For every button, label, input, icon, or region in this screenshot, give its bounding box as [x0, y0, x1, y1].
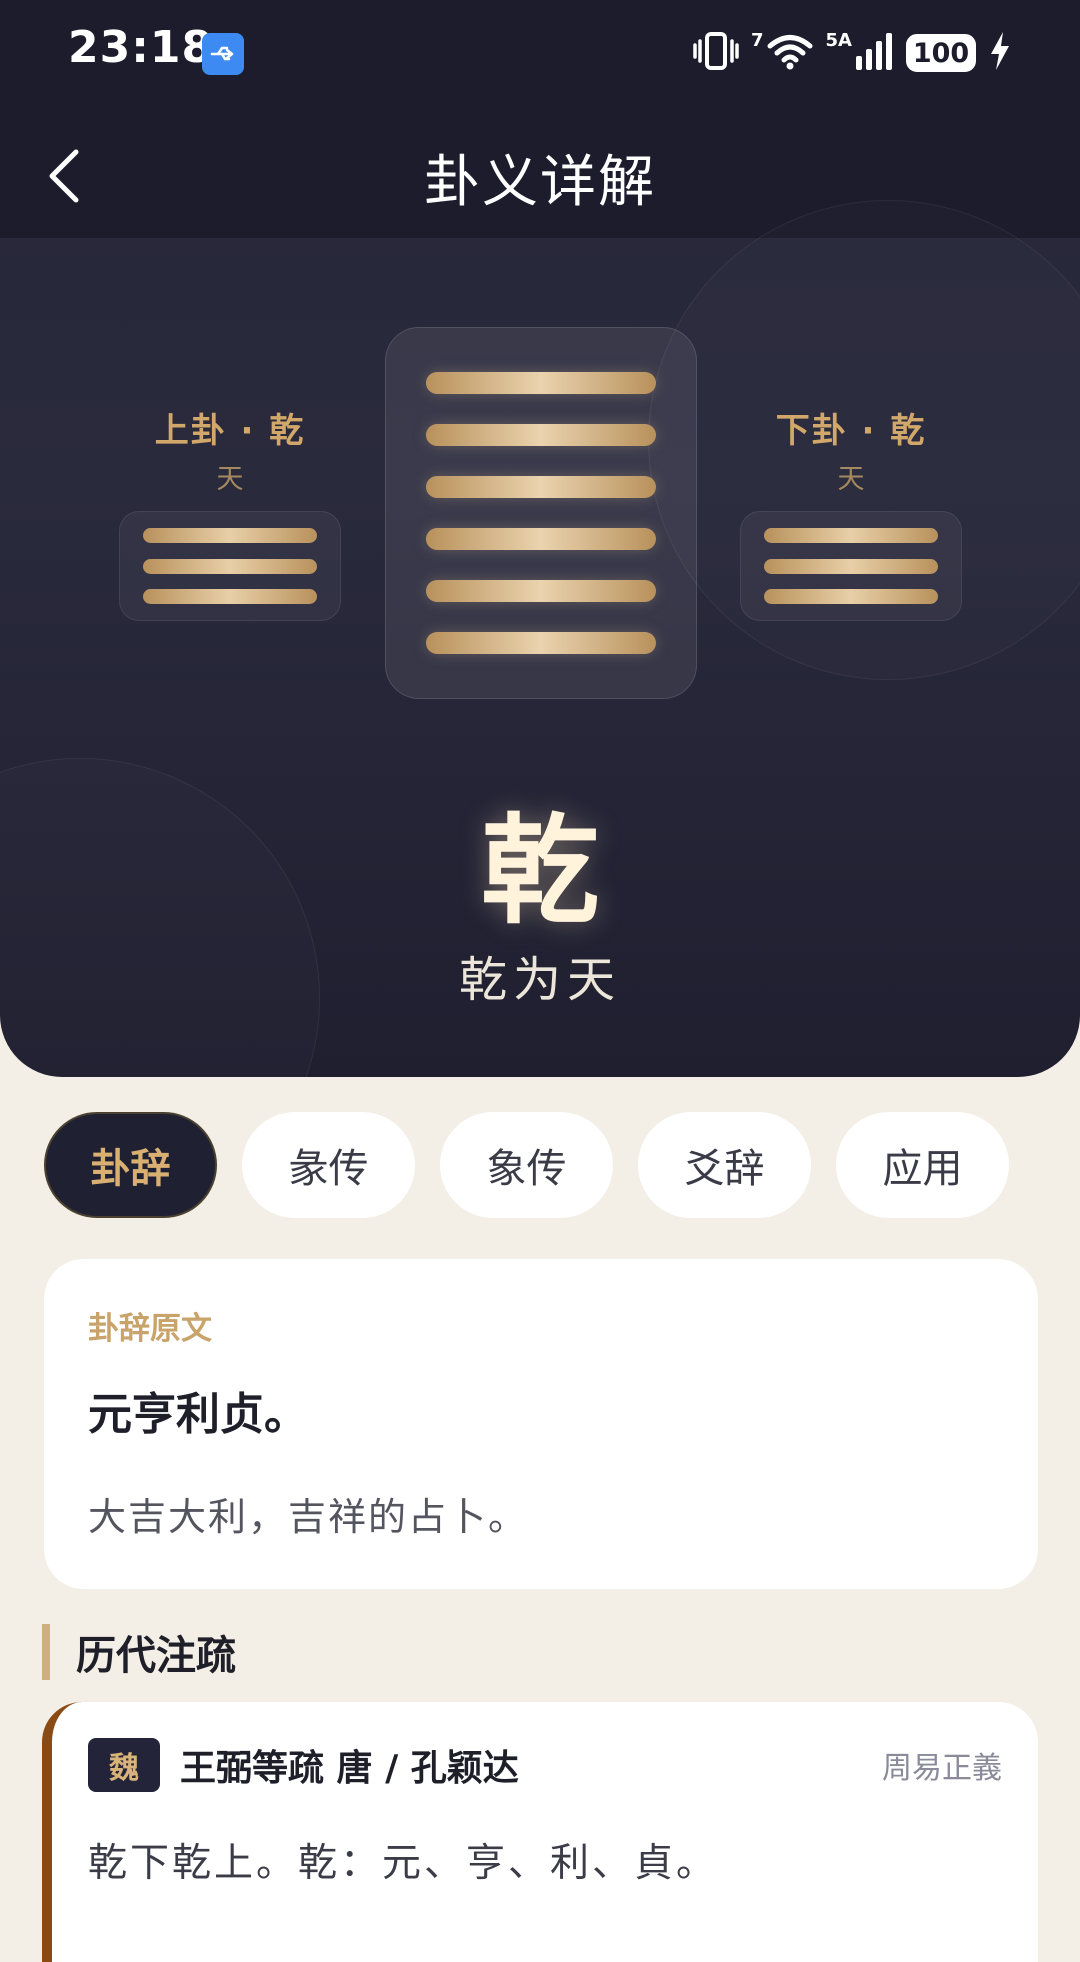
usb-icon	[202, 33, 244, 75]
commentary-section-title: 历代注疏	[42, 1624, 236, 1680]
status-icons: 7 5A 100	[693, 30, 1012, 76]
lower-trigram-label: 下卦 · 乾	[775, 411, 927, 451]
tab-tuanzhuan[interactable]: 彖传	[242, 1112, 415, 1218]
yao-line	[764, 528, 938, 543]
yao-line	[143, 558, 317, 574]
yao-line	[764, 589, 938, 604]
judgment-card: 卦辞原文 元亨利贞。 大吉大利，吉祥的占卜。	[44, 1259, 1038, 1589]
yao-line	[143, 589, 317, 604]
judgment-label: 卦辞原文	[88, 1311, 212, 1347]
section-tabs: 卦辞 彖传 象传 爻辞 应用	[44, 1112, 1009, 1218]
yao-line	[143, 528, 317, 543]
status-time: 23:18	[68, 22, 214, 73]
commentary-text: 乾下乾上。乾：元、亨、利、貞。	[88, 1841, 719, 1886]
lower-trigram-box	[740, 511, 962, 621]
tab-yaoci[interactable]: 爻辞	[638, 1112, 811, 1218]
sim1-network-label: 7	[751, 30, 764, 51]
yao-line	[764, 558, 938, 574]
vibrate-icon	[693, 31, 739, 75]
commentary-header: 魏 王弼等疏 唐 / 孔颖达 周易正義	[88, 1738, 1002, 1792]
upper-trigram-sub: 天	[216, 464, 244, 495]
upper-trigram-label: 上卦 · 乾	[154, 411, 306, 451]
hexagram-full-name: 乾为天	[458, 952, 621, 1008]
signal-icon	[854, 32, 894, 74]
wifi-icon	[766, 31, 814, 75]
hexagram-name: 乾	[480, 802, 599, 940]
lower-trigram-sub: 天	[837, 464, 865, 495]
commentary-source: 周易正義	[882, 1751, 1002, 1786]
sim2-network-label: 5A	[825, 30, 852, 51]
battery-indicator: 100	[906, 34, 976, 72]
era-badge: 魏	[88, 1738, 160, 1792]
commentary-card[interactable]: 魏 王弼等疏 唐 / 孔颖达 周易正義 乾下乾上。乾：元、亨、利、貞。	[42, 1702, 1038, 1962]
yao-line	[426, 580, 656, 602]
tab-guaci[interactable]: 卦辞	[44, 1112, 217, 1218]
commentary-author: 王弼等疏 唐 / 孔颖达	[180, 1748, 519, 1789]
yao-line	[426, 372, 656, 394]
yao-line	[426, 476, 656, 498]
judgment-translation: 大吉大利，吉祥的占卜。	[88, 1495, 529, 1539]
page-title: 卦义详解	[424, 150, 656, 215]
upper-trigram-box	[119, 511, 341, 621]
tab-application[interactable]: 应用	[836, 1112, 1009, 1218]
charging-icon	[988, 31, 1012, 75]
hexagram-symbol	[385, 327, 697, 699]
yao-line	[426, 528, 656, 550]
judgment-original: 元亨利贞。	[88, 1389, 308, 1440]
yao-line	[426, 632, 656, 654]
hexagram-hero: 23:18 7 5A 100 卦义详解 上卦 · 乾 天 下卦 · 乾 天 乾 …	[0, 0, 1080, 1077]
tab-xiangzhuan[interactable]: 象传	[440, 1112, 613, 1218]
yao-line	[426, 424, 656, 446]
